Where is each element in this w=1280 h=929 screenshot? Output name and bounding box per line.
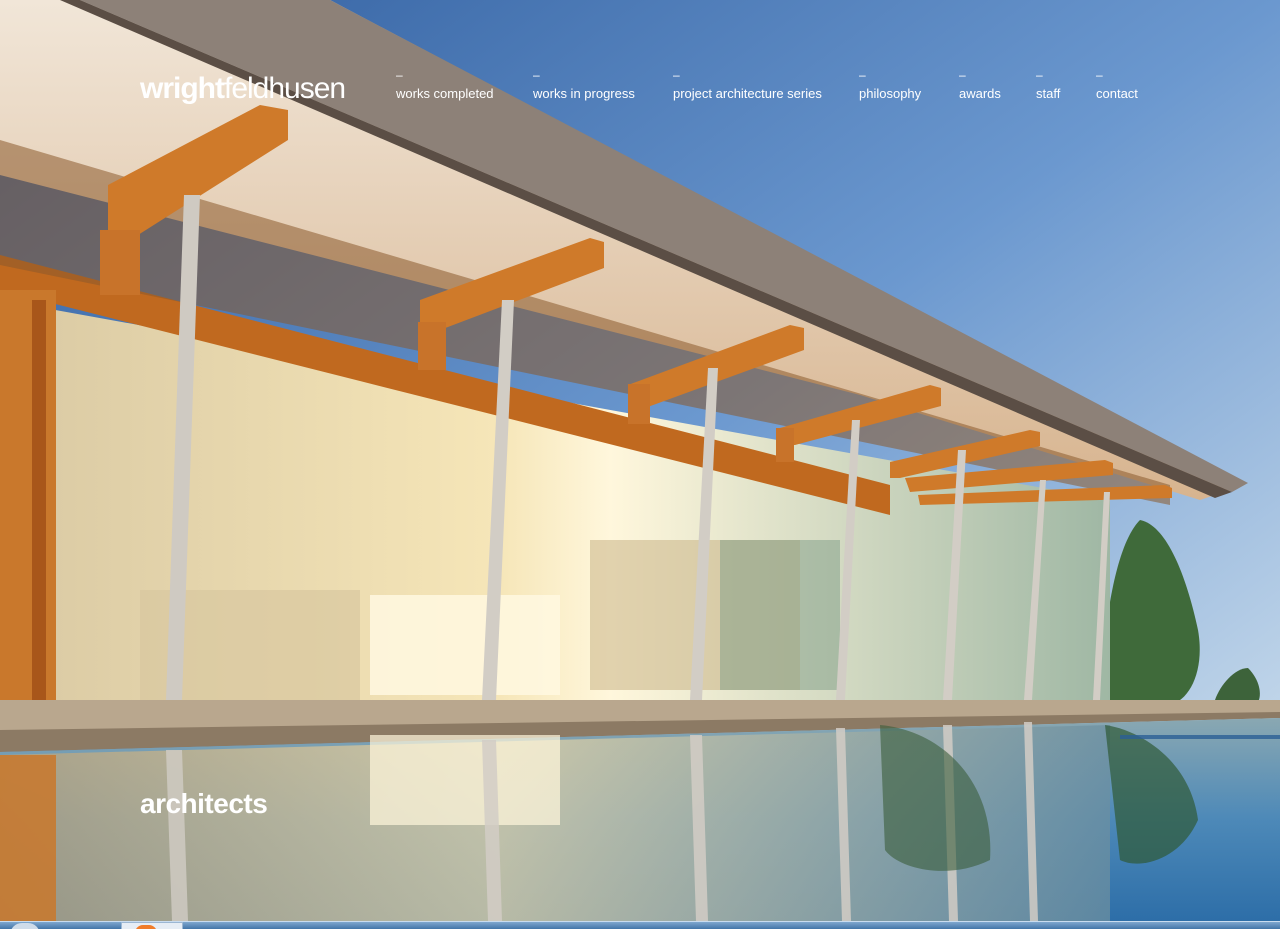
os-taskbar [0,921,1280,929]
nav-item-label: staff [1036,86,1061,101]
nav-item-staff[interactable]: – staff [1036,68,1061,102]
nav-item-philosophy[interactable]: – philosophy [859,68,922,102]
logo-wordmark-light: feldhusen [224,72,346,105]
nav-item-label: project architecture series [673,86,822,101]
nav-dash: – [859,68,866,82]
nav-item-label: philosophy [859,86,922,101]
tagline: architects [140,788,268,819]
logo-wordmark-bold: wright [140,72,225,105]
browser-icon [135,925,157,929]
nav-dash: – [396,68,403,82]
page: wrightfeldhusen – works completed – work… [0,0,1280,929]
nav-item-awards[interactable]: – awards [959,68,1001,102]
nav-item-label: awards [959,86,1001,101]
nav-dash: – [533,68,540,82]
nav-item-project-architecture-series[interactable]: – project architecture series [673,68,822,102]
nav-dash: – [1036,68,1043,82]
nav-dash: – [673,68,680,82]
nav-dash: – [1096,68,1103,82]
nav-item-contact[interactable]: – contact [1096,68,1138,102]
start-button-icon[interactable] [10,923,40,929]
nav-item-label: works in progress [533,86,635,101]
site-logo[interactable]: wrightfeldhusen [140,70,346,108]
nav-item-label: works completed [396,86,494,101]
nav-dash: – [959,68,966,82]
nav-item-works-completed[interactable]: – works completed [396,68,494,102]
nav-item-works-in-progress[interactable]: – works in progress [533,68,635,102]
nav-item-label: contact [1096,86,1138,101]
hero-photo [0,0,1280,921]
